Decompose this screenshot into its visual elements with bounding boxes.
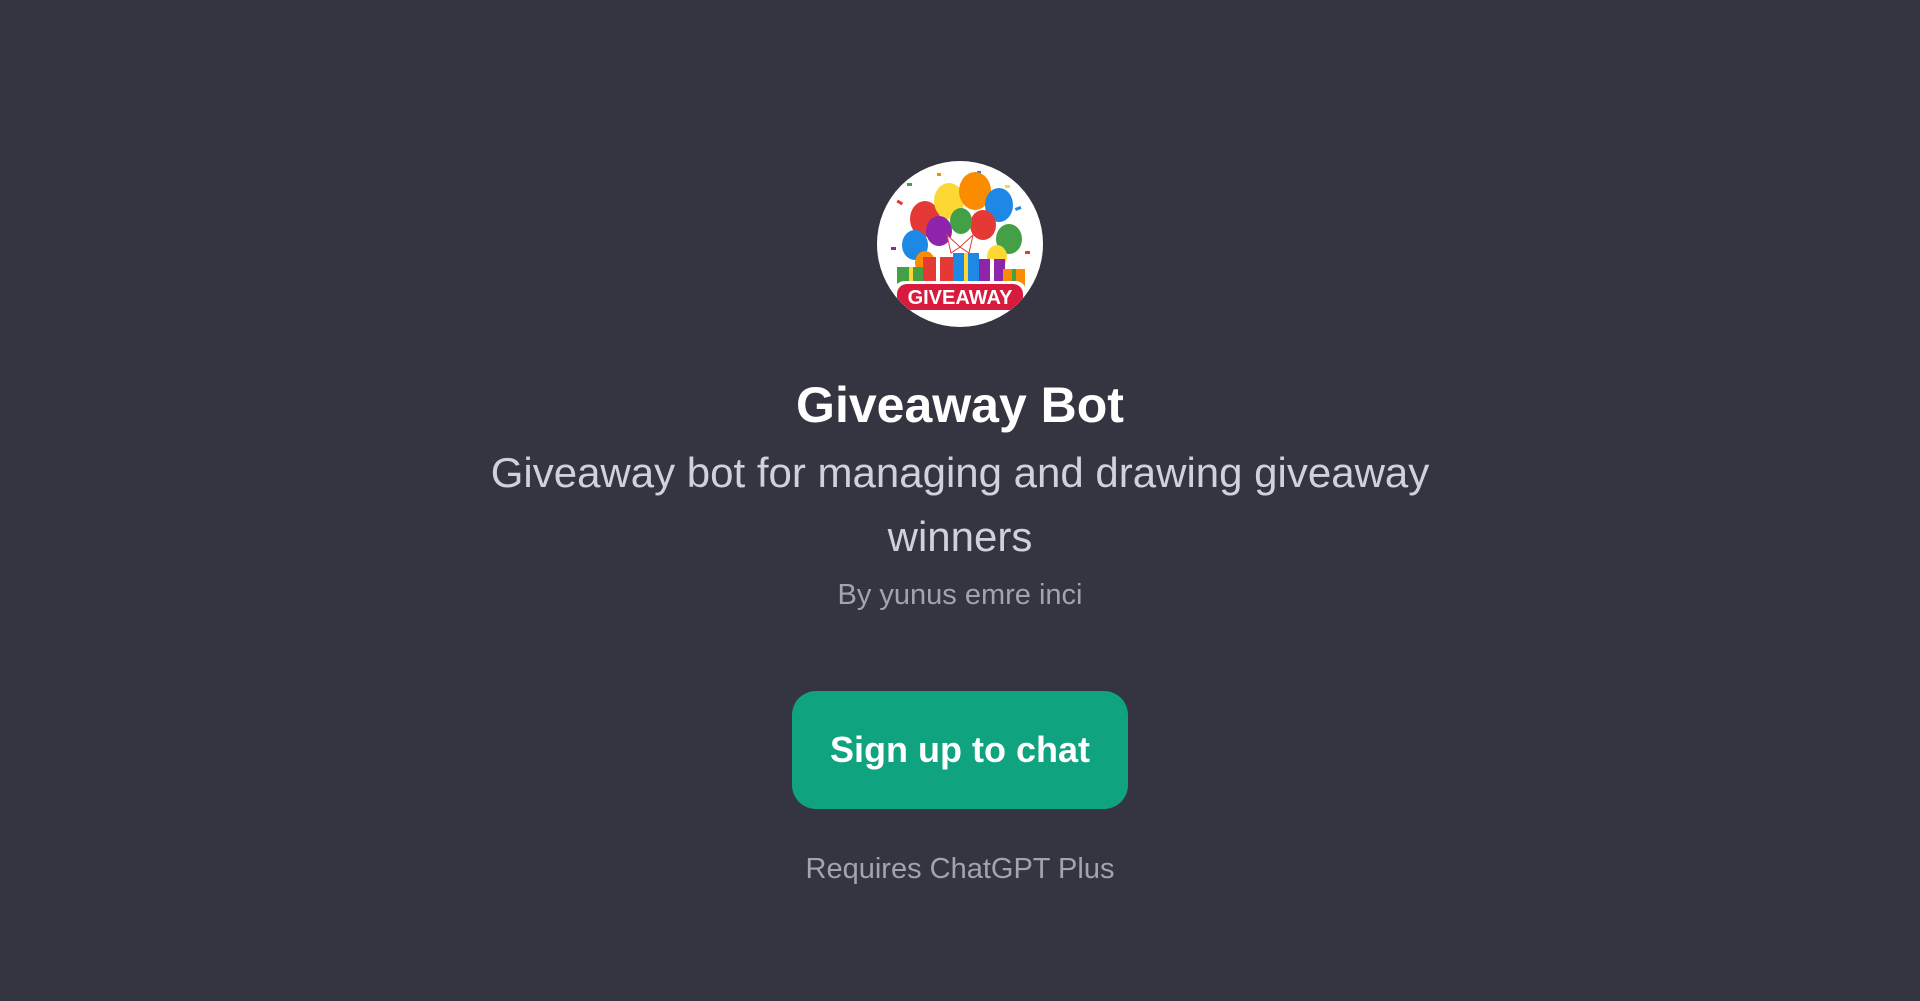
gpt-landing-page: GIVEAWAY Giveaway Bot Giveaway bot for m…: [0, 0, 1920, 1001]
gpt-author: By yunus emre inci: [837, 579, 1083, 611]
gpt-description: Giveaway bot for managing and drawing gi…: [490, 449, 1430, 560]
giveaway-logo-icon: GIVEAWAY: [877, 161, 1043, 327]
sign-up-to-chat-button[interactable]: Sign up to chat: [792, 691, 1128, 809]
logo-text: GIVEAWAY: [908, 287, 1014, 309]
gpt-title: Giveaway Bot: [796, 377, 1124, 433]
requirement-note: Requires ChatGPT Plus: [805, 853, 1115, 885]
